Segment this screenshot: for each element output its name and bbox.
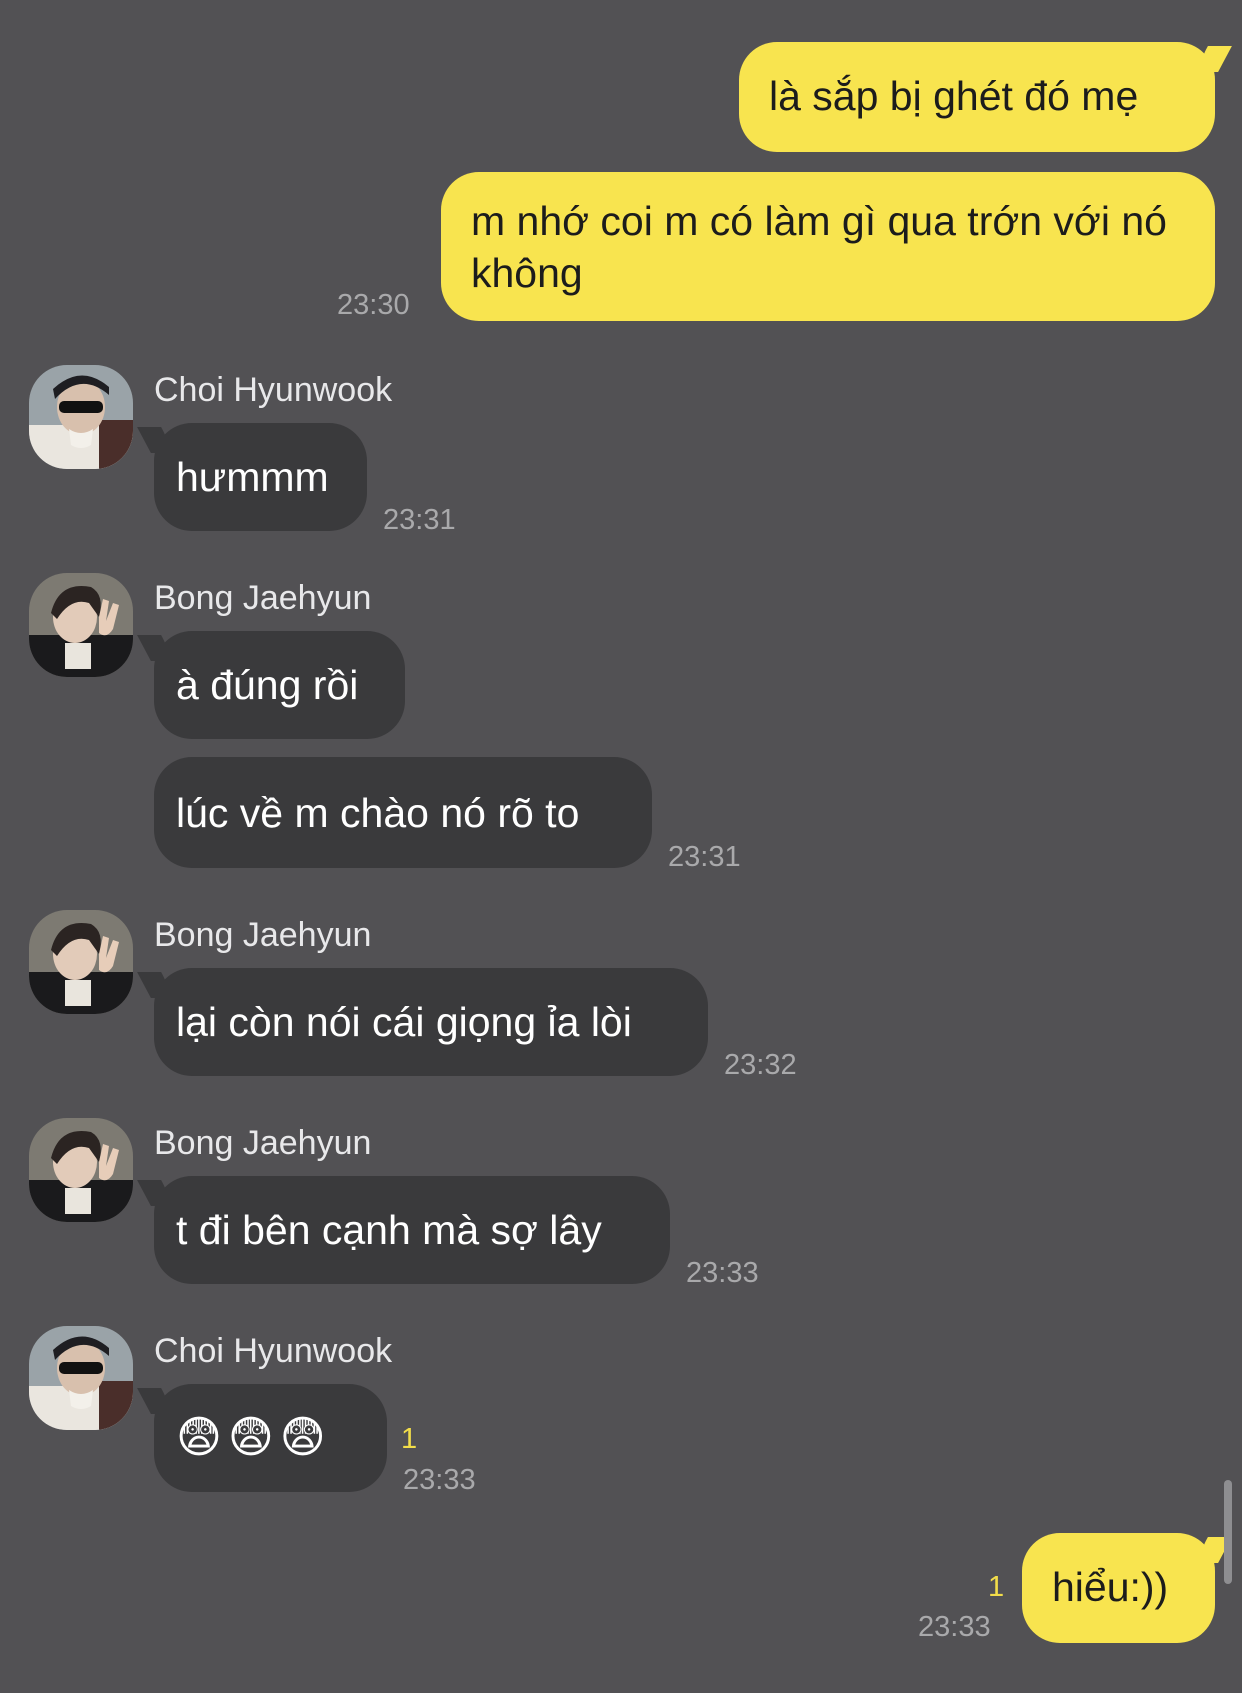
message-text: hưmmm bbox=[176, 454, 329, 500]
avatar-image bbox=[29, 573, 133, 677]
avatar-choi-hyunwook[interactable] bbox=[29, 1326, 133, 1430]
message-timestamp: 23:31 bbox=[383, 504, 456, 536]
message-timestamp: 23:33 bbox=[686, 1257, 759, 1289]
avatar-bong-jaehyun[interactable] bbox=[29, 1118, 133, 1222]
avatar-image bbox=[29, 1118, 133, 1222]
message-text: t đi bên cạnh mà sợ lây bbox=[176, 1207, 602, 1253]
message-text: à đúng rồi bbox=[176, 662, 359, 708]
message-bubble-incoming[interactable]: lúc về m chào nó rõ to bbox=[154, 757, 652, 868]
avatar-image bbox=[29, 1326, 133, 1430]
message-bubble-outgoing[interactable]: m nhớ coi m có làm gì qua trớn với nó kh… bbox=[441, 172, 1215, 321]
scrollbar-thumb[interactable] bbox=[1224, 1480, 1232, 1584]
sender-name: Bong Jaehyun bbox=[154, 916, 372, 954]
chat-area[interactable]: là sắp bị ghét đó mẹ m nhớ coi m có làm … bbox=[0, 0, 1242, 1693]
avatar-image bbox=[29, 365, 133, 469]
sender-name: Bong Jaehyun bbox=[154, 579, 372, 617]
message-text: là sắp bị ghét đó mẹ bbox=[769, 73, 1139, 119]
avatar-bong-jaehyun[interactable] bbox=[29, 910, 133, 1014]
avatar-image bbox=[29, 910, 133, 1014]
message-timestamp: 23:33 bbox=[403, 1464, 476, 1496]
message-timestamp: 23:30 bbox=[337, 289, 410, 321]
message-text: lúc về m chào nó rõ to bbox=[176, 789, 580, 836]
message-text: lại còn nói cái giọng ỉa lòi bbox=[176, 999, 632, 1045]
avatar-choi-hyunwook[interactable] bbox=[29, 365, 133, 469]
message-bubble-incoming[interactable]: lại còn nói cái giọng ỉa lòi bbox=[154, 968, 708, 1076]
message-bubble-incoming[interactable]: hưmmm bbox=[154, 423, 367, 531]
avatar-bong-jaehyun[interactable] bbox=[29, 573, 133, 677]
message-text: m nhớ coi m có làm gì qua trớn với nó kh… bbox=[471, 198, 1167, 296]
message-emoji-text: 😨😨😨 bbox=[176, 1413, 332, 1462]
unread-count: 1 bbox=[401, 1423, 418, 1455]
message-bubble-incoming[interactable]: 😨😨😨 bbox=[154, 1384, 387, 1492]
message-bubble-outgoing[interactable]: là sắp bị ghét đó mẹ bbox=[739, 42, 1215, 152]
sender-name: Choi Hyunwook bbox=[154, 371, 393, 409]
message-bubble-outgoing[interactable]: hiểu:)) bbox=[1022, 1533, 1215, 1643]
sender-name: Choi Hyunwook bbox=[154, 1332, 393, 1370]
unread-count: 1 bbox=[988, 1571, 1005, 1603]
message-bubble-incoming[interactable]: à đúng rồi bbox=[154, 631, 405, 739]
message-timestamp: 23:33 bbox=[918, 1611, 991, 1643]
sender-name: Bong Jaehyun bbox=[154, 1124, 372, 1162]
message-bubble-incoming[interactable]: t đi bên cạnh mà sợ lây bbox=[154, 1176, 670, 1284]
message-timestamp: 23:31 bbox=[668, 841, 741, 873]
message-timestamp: 23:32 bbox=[724, 1049, 797, 1081]
message-text: hiểu:)) bbox=[1052, 1564, 1169, 1610]
